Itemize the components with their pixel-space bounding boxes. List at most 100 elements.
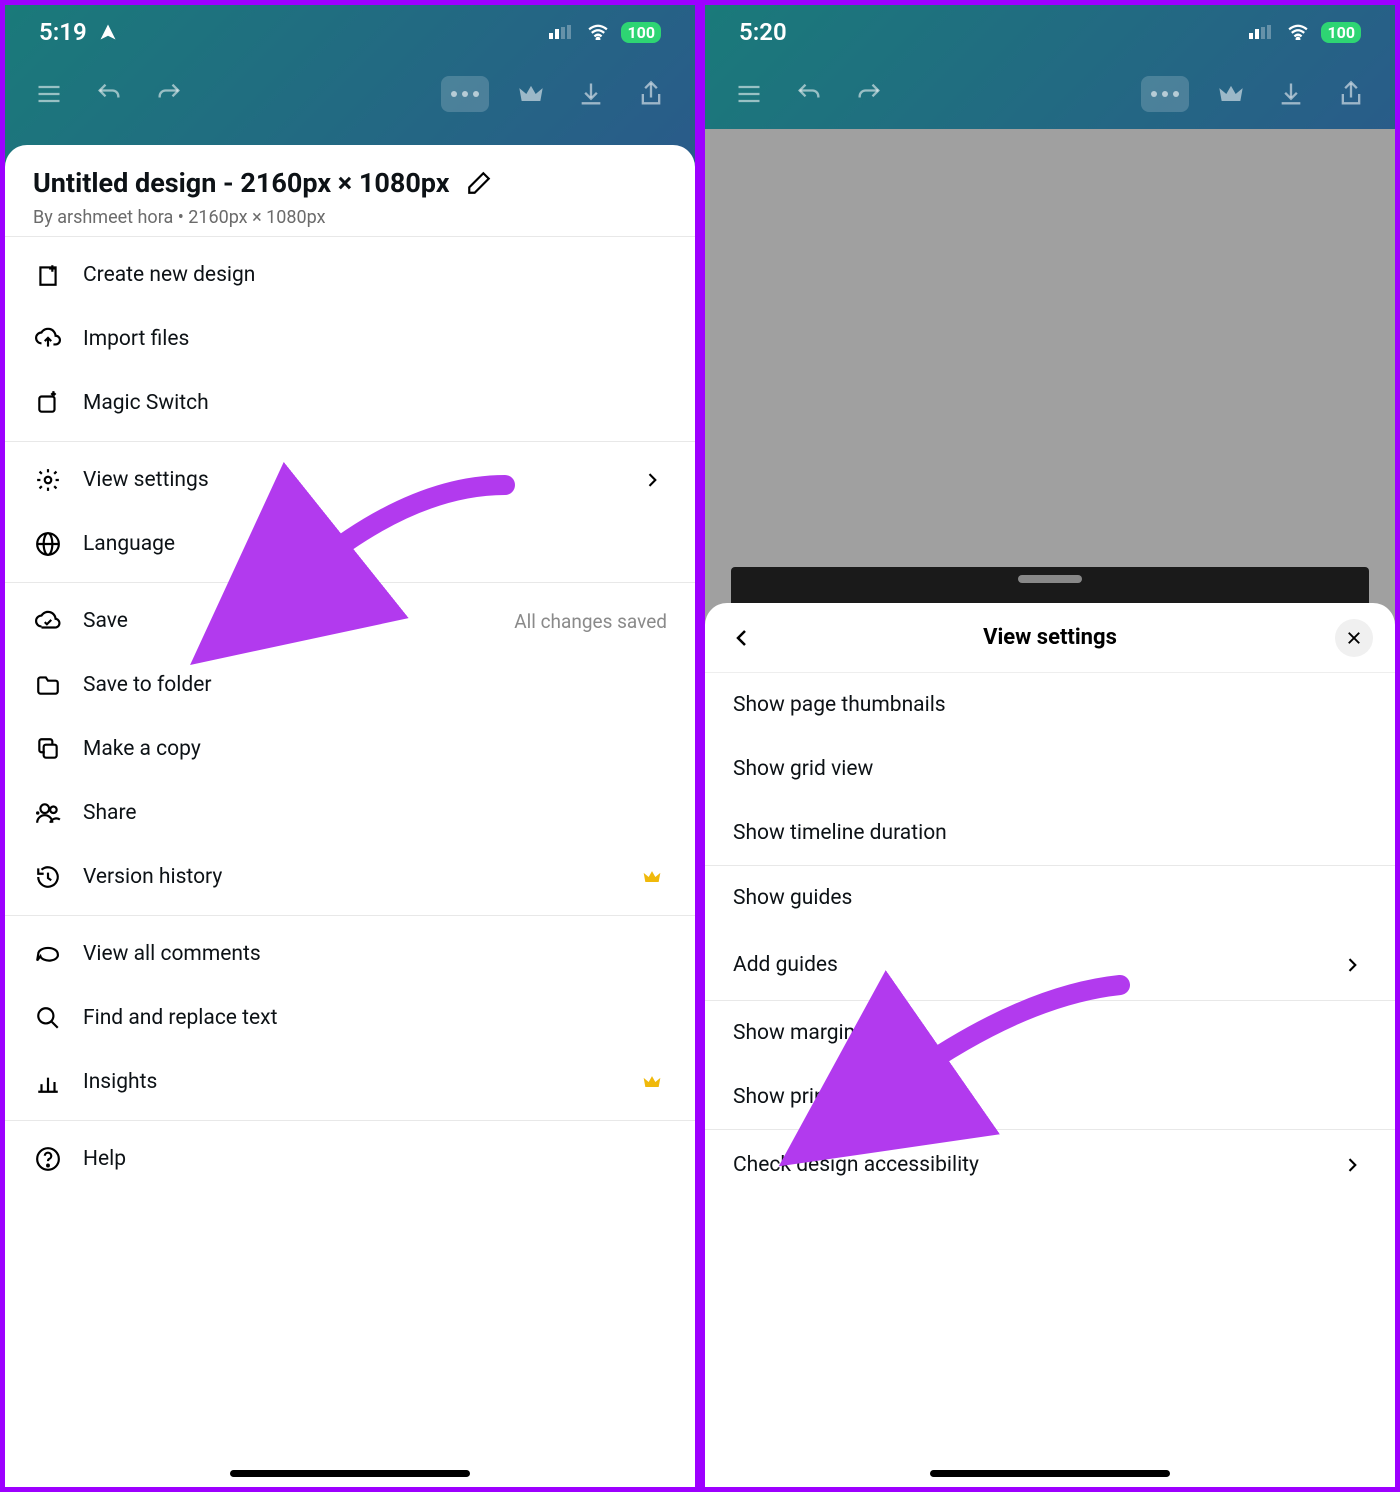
view-comments[interactable]: View all comments [5,922,695,986]
design-subtitle: By arshmeet hora • 2160px × 1080px [33,207,667,228]
menu-label: Make a copy [83,737,667,761]
status-indicators: 100 [1245,17,1361,47]
location-icon [93,17,123,47]
share[interactable]: Share [5,781,695,845]
more-button[interactable] [441,76,489,112]
wifi-icon [1283,17,1313,47]
cloud-check-icon [33,606,63,636]
menu-label: View all comments [83,942,667,966]
back-button[interactable] [727,623,757,653]
item-label: Add guides [733,953,1337,977]
status-time-area: 5:20 [739,18,787,46]
sheet-header-bar: View settings [705,603,1395,673]
save-to-folder[interactable]: Save to folder [5,653,695,717]
show-guides[interactable]: Show guides [705,866,1395,930]
phone-right: 5:20 100 View settings [700,0,1400,1492]
item-label: Show grid view [733,757,1367,781]
magic-icon [33,388,63,418]
plus-page-icon [33,260,63,290]
menu-section-4: View all comments Find and replace text … [5,915,695,1120]
close-button[interactable] [1335,619,1373,657]
menu-button[interactable] [31,76,67,112]
download-button[interactable] [1273,76,1309,112]
chart-icon [33,1067,63,1097]
menu-label: Create new design [83,263,667,287]
import-files[interactable]: Import files [5,307,695,371]
editor-toolbar [705,59,1395,129]
editor-toolbar [5,59,695,129]
undo-button[interactable] [91,76,127,112]
download-button[interactable] [573,76,609,112]
redo-button[interactable] [151,76,187,112]
share-button[interactable] [1333,76,1369,112]
save-status: All changes saved [514,610,667,633]
design-title: Untitled design - 2160px × 1080px [33,167,450,199]
magic-switch[interactable]: Magic Switch [5,371,695,435]
view-settings-sheet: View settings Show page thumbnails Show … [705,603,1395,1487]
battery-indicator: 100 [1321,22,1361,43]
show-margins[interactable]: Show margins [705,1001,1395,1065]
make-copy[interactable]: Make a copy [5,717,695,781]
drag-handle[interactable] [1018,575,1082,583]
show-thumbnails[interactable]: Show page thumbnails [705,673,1395,737]
insights[interactable]: Insights [5,1050,695,1114]
item-label: Show print bleed [733,1085,1367,1109]
people-icon [33,798,63,828]
help[interactable]: Help [5,1127,695,1191]
menu-section-2: View settings Language [5,441,695,582]
version-history[interactable]: Version history [5,845,695,909]
phone-inner: 5:19 100 [5,5,695,1487]
history-icon [33,862,63,892]
create-new-design[interactable]: Create new design [5,243,695,307]
sheet-title: View settings [983,625,1117,650]
folder-icon [33,670,63,700]
menu-label: Version history [83,865,617,889]
home-indicator[interactable] [930,1470,1170,1477]
wifi-icon [583,17,613,47]
menu-section-5: Help [5,1120,695,1197]
menu-button[interactable] [731,76,767,112]
battery-indicator: 100 [621,22,661,43]
cloud-upload-icon [33,324,63,354]
menu-label: Share [83,801,667,825]
more-button[interactable] [1141,76,1189,112]
show-grid-view[interactable]: Show grid view [705,737,1395,801]
show-bleed[interactable]: Show print bleed [705,1065,1395,1129]
menu-section-1: Create new design Import files Magic Swi… [5,236,695,441]
cellular-icon [545,17,575,47]
sheet-header: Untitled design - 2160px × 1080px By ars… [5,145,695,236]
view-section-2: Show guides Add guides [705,866,1395,1000]
menu-label: View settings [83,468,617,492]
menu-label: Help [83,1147,667,1171]
edit-icon[interactable] [464,168,494,198]
gear-icon [33,465,63,495]
view-section-3: Show margins Show print bleed [705,1001,1395,1129]
crown-button[interactable] [513,76,549,112]
menu-label: Save [83,609,494,633]
menu-section-3: Save All changes saved Save to folder Ma… [5,582,695,915]
redo-button[interactable] [851,76,887,112]
find-replace[interactable]: Find and replace text [5,986,695,1050]
status-time: 5:20 [739,18,787,46]
crown-button[interactable] [1213,76,1249,112]
undo-button[interactable] [791,76,827,112]
status-bar: 5:19 100 [5,5,695,59]
comment-icon [33,939,63,969]
item-label: Show timeline duration [733,821,1367,845]
globe-icon [33,529,63,559]
copy-icon [33,734,63,764]
crown-icon [637,862,667,892]
chevron-right-icon [1337,950,1367,980]
view-settings[interactable]: View settings [5,448,695,512]
item-label: Show page thumbnails [733,693,1367,717]
add-guides[interactable]: Add guides [705,930,1395,1000]
item-label: Check design accessibility [733,1153,1337,1177]
language[interactable]: Language [5,512,695,576]
show-timeline[interactable]: Show timeline duration [705,801,1395,865]
save[interactable]: Save All changes saved [5,589,695,653]
share-button[interactable] [633,76,669,112]
check-accessibility[interactable]: Check design accessibility [705,1130,1395,1200]
status-time-area: 5:19 [39,17,123,47]
home-indicator[interactable] [230,1470,470,1477]
menu-label: Save to folder [83,673,667,697]
